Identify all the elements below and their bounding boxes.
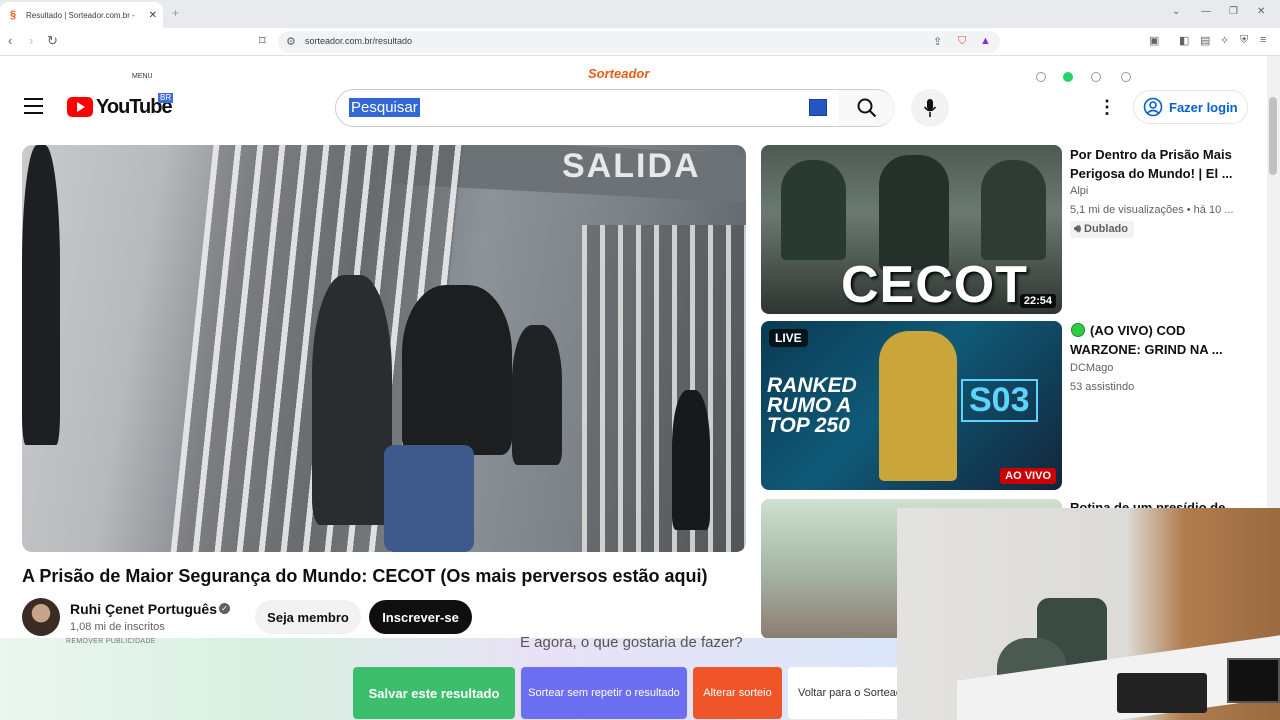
share-icon[interactable]: ⇪ <box>933 35 942 48</box>
url-text[interactable]: sorteador.com.br/resultado <box>305 36 412 46</box>
channel-name[interactable]: Ruhi Çenet Português <box>70 601 217 617</box>
season-logo: S03 <box>961 379 1038 422</box>
soldier-figure <box>879 331 957 481</box>
live-now-badge: AO VIVO <box>1000 468 1056 484</box>
recommended-channel[interactable]: DCMago <box>1070 362 1113 374</box>
guard-figure-3 <box>672 390 710 530</box>
search-button[interactable] <box>839 90 895 126</box>
officer-figure <box>312 275 392 525</box>
action-question: E agora, o que gostaria de fazer? <box>520 634 743 651</box>
keyboard-icon[interactable] <box>809 99 827 116</box>
search-icon <box>857 98 877 118</box>
sidebar-icon[interactable]: ◧ <box>1179 34 1189 47</box>
back-icon[interactable]: ‹ <box>8 34 12 48</box>
live-badge: LIVE <box>769 329 808 347</box>
sorteador-logo[interactable]: Sorteador <box>588 66 649 81</box>
rewards-icon[interactable]: ▲ <box>980 35 991 47</box>
tab-close-icon[interactable]: ✕ <box>149 10 157 21</box>
whatsapp-icon[interactable] <box>1063 72 1073 82</box>
account-icon <box>1143 97 1163 117</box>
voice-search-button[interactable] <box>911 89 949 127</box>
settings-kebab-icon[interactable]: ⋮ <box>1098 97 1116 117</box>
wallet-icon[interactable]: ▤ <box>1200 34 1210 47</box>
address-bar[interactable]: ⚙ sorteador.com.br/resultado ⇪ ⛉ ▲ <box>278 31 1000 53</box>
inmate-figure-2 <box>981 160 1046 260</box>
browser-tab-bar: § Resultado | Sorteador.com.br - ✕ + ⌄ —… <box>0 0 1280 28</box>
video-duration: 22:54 <box>1019 294 1056 308</box>
audio-icon: 🔊︎ <box>1074 223 1084 235</box>
back-to-sorteador-button[interactable]: Voltar para o Sorteador <box>788 667 900 719</box>
computer-case <box>1117 673 1207 713</box>
man-figure <box>402 285 512 455</box>
monitor <box>1227 658 1280 703</box>
site-info-icon[interactable]: ⚙ <box>286 35 296 48</box>
search-icon[interactable] <box>1036 72 1046 82</box>
recommended-meta: 5,1 mi de visualizações • há 10 ... <box>1070 204 1234 216</box>
forward-icon[interactable]: › <box>29 34 33 48</box>
vpn-icon[interactable]: ⛨ <box>1240 34 1248 47</box>
minimize-icon[interactable]: — <box>1201 6 1211 17</box>
login-button[interactable]: Fazer login <box>1133 90 1248 124</box>
brave-shield-icon[interactable]: ⛉ <box>958 35 966 48</box>
sorteador-menu[interactable]: MENU <box>132 73 153 80</box>
recommended-live-thumbnail[interactable]: LIVE RANKED RUMO A TOP 250 S03 AO VIVO <box>761 321 1062 490</box>
prison-bars-right <box>582 225 746 552</box>
tab-list-icon[interactable]: ⌄ <box>1172 6 1180 17</box>
guide-menu-icon[interactable] <box>24 98 43 114</box>
video-player[interactable]: SALIDA <box>22 145 746 552</box>
bookmark-icon[interactable]: ⌑ <box>259 34 266 48</box>
thumbnail-text: CECOT <box>841 256 1028 314</box>
user-icon[interactable] <box>1121 72 1131 82</box>
search-selected-text[interactable]: Pesquisar <box>349 98 420 117</box>
country-code: BR <box>158 93 174 103</box>
recommended-title[interactable]: Por Dentro da Prisão Mais Perigosa do Mu… <box>1070 145 1250 183</box>
moon-icon[interactable] <box>1091 72 1101 82</box>
channel-avatar[interactable] <box>22 598 60 636</box>
browser-tab[interactable]: § Resultado | Sorteador.com.br - ✕ <box>0 2 163 28</box>
join-member-button[interactable]: Seja membro <box>255 600 361 634</box>
thumbnail-text: RANKED RUMO A TOP 250 <box>767 374 857 437</box>
sign-text: SALIDA <box>562 147 701 185</box>
tab-title: Resultado | Sorteador.com.br - <box>26 10 135 20</box>
browser-menu-icon[interactable]: ≡ <box>1260 34 1266 46</box>
window-close-icon[interactable]: ✕ <box>1257 6 1265 17</box>
recommended-channel[interactable]: Alpi <box>1070 185 1088 197</box>
recommended-thumbnail[interactable]: CECOT 22:54 <box>761 145 1062 314</box>
viewer-count: 53 assistindo <box>1070 381 1135 393</box>
webcam-overlay <box>897 508 1280 720</box>
leo-ai-icon[interactable]: ✧ <box>1220 34 1229 47</box>
draw-no-repeat-button[interactable]: Sortear sem repetir o resultado <box>521 667 687 719</box>
sorteador-favicon-icon: § <box>10 9 17 21</box>
verified-check-icon: ✓ <box>219 603 230 614</box>
guard-figure-2 <box>512 325 562 465</box>
youtube-logo-icon[interactable] <box>67 97 93 117</box>
new-tab-icon[interactable]: + <box>172 6 179 20</box>
scrollbar-thumb[interactable] <box>1269 97 1277 175</box>
guard-figure <box>22 145 60 445</box>
microphone-icon <box>923 99 937 117</box>
presenter-figure <box>879 155 949 270</box>
login-label: Fazer login <box>1169 99 1238 115</box>
video-title: A Prisão de Maior Segurança do Mundo: CE… <box>22 566 708 586</box>
remove-ads-link[interactable]: REMOVER PUBLICIDADE <box>66 638 156 645</box>
reader-icon[interactable]: ▣ <box>1149 34 1159 47</box>
save-result-button[interactable]: Salvar este resultado <box>353 667 515 719</box>
jeans-figure <box>384 445 474 552</box>
subscriber-count: 1,08 mi de inscritos <box>70 621 165 633</box>
change-draw-button[interactable]: Alterar sorteio <box>693 667 782 719</box>
browser-toolbar: ‹ › ↻ ⌑ ⚙ sorteador.com.br/resultado ⇪ ⛉… <box>0 28 1280 56</box>
inmate-figure <box>781 160 846 260</box>
restore-icon[interactable]: ❐ <box>1229 6 1238 17</box>
recommended-title[interactable]: (AO VIVO) COD WARZONE: GRIND NA ... <box>1070 321 1250 359</box>
subscribe-button[interactable]: Inscrever-se <box>369 600 472 634</box>
dubbed-badge: 🔊︎ Dublado <box>1070 221 1134 238</box>
reload-icon[interactable]: ↻ <box>47 34 58 48</box>
